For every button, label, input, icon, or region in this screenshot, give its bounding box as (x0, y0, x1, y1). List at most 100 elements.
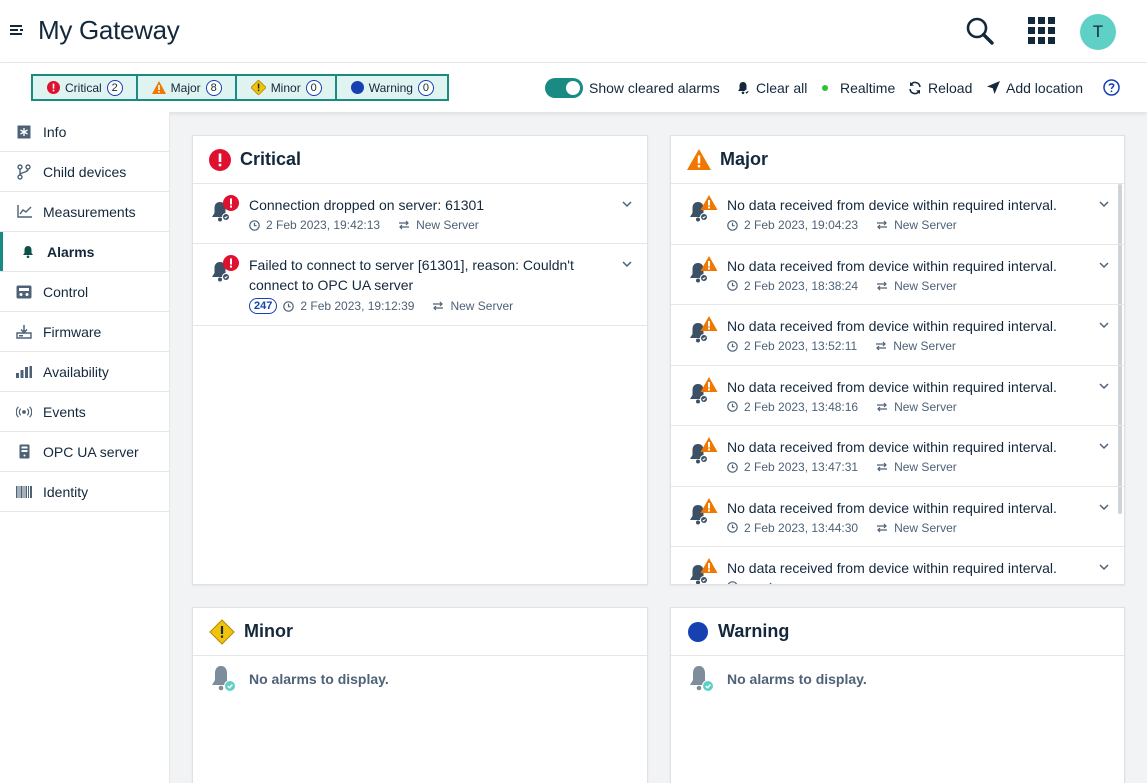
critical-card-header: Critical (193, 136, 647, 184)
alarm-meta (727, 581, 1084, 584)
realtime-status-icon (822, 84, 828, 91)
sidebar-item-identity[interactable]: Identity (0, 472, 169, 512)
alarm-item[interactable]: Connection dropped on server: 61301 2 Fe… (193, 184, 647, 244)
chevron-down-icon[interactable] (621, 198, 633, 210)
sidebar-item-alarms[interactable]: Alarms (0, 232, 169, 272)
warning-icon (688, 621, 708, 642)
major-alarm-icon (690, 255, 718, 282)
alarm-message: No data received from device within requ… (727, 378, 1057, 395)
add-location-label: Add location (1006, 79, 1084, 96)
sidebar-item-measurements[interactable]: Measurements (0, 192, 169, 232)
search-icon[interactable] (965, 16, 995, 46)
bell-clear-icon (738, 81, 750, 94)
sidebar-item-control[interactable]: Control (0, 272, 169, 312)
alarm-item[interactable]: No data received from device within requ… (671, 245, 1124, 305)
empty-state-message: No alarms to display. (249, 671, 389, 687)
alarm-item[interactable]: No data received from device within requ… (671, 366, 1124, 426)
critical-icon (47, 81, 60, 94)
alarm-source-link[interactable]: New Server (416, 218, 479, 232)
critical-alarm-icon (212, 195, 239, 222)
alarm-item[interactable]: No data received from device within requ… (671, 547, 1124, 584)
alarm-time: 2 Feb 2023, 19:04:23 (744, 218, 859, 232)
menu-toggle-icon[interactable] (9, 23, 25, 39)
empty-state: No alarms to display. (671, 656, 1124, 694)
filter-warning-button[interactable]: Warning 0 (334, 76, 447, 99)
alarm-source-link[interactable]: New Server (894, 279, 957, 293)
alarm-count-badge: 247 (249, 298, 278, 314)
alarm-message: No data received from device within requ… (727, 560, 1057, 576)
sidebar-item-label: Alarms (47, 243, 95, 260)
filter-critical-button[interactable]: Critical 2 (33, 76, 136, 99)
empty-state: No alarms to display. (193, 656, 647, 694)
events-icon (16, 404, 32, 420)
alarm-meta: 2 Feb 2023, 13:47:31 New Server (727, 460, 1084, 474)
alarm-time: 2 Feb 2023, 19:12:39 (300, 299, 415, 313)
alarm-item[interactable]: No data received from device within requ… (671, 184, 1124, 245)
minor-icon (209, 618, 235, 645)
warning-icon (350, 81, 364, 94)
barcode-icon (16, 484, 32, 500)
filter-major-button[interactable]: Major 8 (135, 76, 235, 99)
chevron-down-icon[interactable] (1098, 561, 1110, 573)
user-avatar[interactable]: T (1080, 14, 1116, 50)
clock-icon (727, 280, 738, 291)
alarm-source-link[interactable]: New Server (894, 400, 957, 414)
filter-warning-count: 0 (417, 79, 434, 96)
alarm-message: No data received from device within requ… (727, 257, 1057, 274)
control-icon (16, 284, 32, 300)
chevron-down-icon[interactable] (1098, 319, 1110, 331)
toggle-switch[interactable] (545, 77, 583, 98)
reload-button[interactable]: Reload (908, 63, 972, 112)
chevron-down-icon[interactable] (621, 258, 633, 270)
sidebar-item-child-devices[interactable]: Child devices (0, 152, 169, 192)
alarm-item[interactable]: No data received from device within requ… (671, 426, 1124, 487)
sidebar-item-label: Info (43, 123, 67, 140)
alarm-source-link[interactable]: New Server (894, 460, 957, 474)
sidebar-item-label: Control (43, 283, 89, 300)
chevron-down-icon[interactable] (1098, 198, 1110, 210)
major-card-title: Major (720, 149, 769, 169)
filter-minor-button[interactable]: Minor 0 (234, 76, 335, 99)
sidebar-item-info[interactable]: Info (0, 112, 169, 152)
show-cleared-toggle[interactable]: Show cleared alarms (545, 63, 720, 112)
exchange-icon (876, 341, 887, 351)
alarm-meta: 247 2 Feb 2023, 19:12:39 New Server (249, 298, 607, 314)
exchange-icon (877, 523, 888, 532)
sidebar-item-availability[interactable]: Availability (0, 352, 169, 392)
add-location-button[interactable]: Add location (987, 63, 1083, 112)
alarm-source-link[interactable]: New Server (450, 299, 513, 313)
alarm-time: 2 Feb 2023, 18:38:24 (744, 278, 859, 293)
alarm-item[interactable]: No data received from device within requ… (671, 487, 1124, 547)
alarm-source-link[interactable]: New Server (894, 521, 957, 535)
alarm-meta: 2 Feb 2023, 13:48:16 New Server (727, 400, 1084, 414)
alarm-item[interactable]: Failed to connect to server [61301], rea… (193, 244, 647, 326)
sidebar-item-opc-ua-server[interactable]: OPC UA server (0, 432, 169, 472)
sidebar-item-firmware[interactable]: Firmware (0, 312, 169, 352)
chevron-down-icon[interactable] (1098, 259, 1110, 271)
realtime-label: Realtime (840, 79, 896, 96)
minor-card-header: Minor (193, 608, 647, 656)
critical-alarm-list: Connection dropped on server: 61301 2 Fe… (193, 184, 647, 326)
chevron-down-icon[interactable] (1098, 440, 1110, 452)
critical-alarms-card: Critical Connection dropped on server: 6… (192, 135, 648, 585)
clock-icon (249, 219, 260, 231)
chevron-down-icon[interactable] (1098, 380, 1110, 392)
alarm-message: Failed to connect to server [61301], rea… (249, 257, 574, 293)
alarm-source-link[interactable]: New Server (893, 339, 956, 353)
major-alarm-list: No data received from device within requ… (671, 184, 1124, 584)
sidebar-item-events[interactable]: Events (0, 392, 169, 432)
app-switcher-icon[interactable] (1028, 17, 1056, 45)
filter-minor-count: 0 (305, 79, 322, 96)
realtime-button[interactable]: Realtime (822, 63, 895, 112)
alarm-time: 2 Feb 2023, 13:44:30 (744, 520, 859, 535)
help-icon[interactable] (1103, 63, 1120, 112)
alarm-meta: 2 Feb 2023, 19:42:13 New Server (249, 218, 607, 232)
clock-icon (727, 581, 738, 584)
alarm-message: No data received from device within requ… (727, 439, 1057, 455)
clear-all-button[interactable]: Clear all (736, 63, 807, 112)
alarm-item[interactable]: No data received from device within requ… (671, 305, 1124, 366)
chevron-down-icon[interactable] (1098, 501, 1110, 513)
sidebar-item-label: Measurements (43, 203, 136, 220)
exchange-icon (399, 220, 410, 230)
alarm-source-link[interactable]: New Server (894, 218, 957, 232)
